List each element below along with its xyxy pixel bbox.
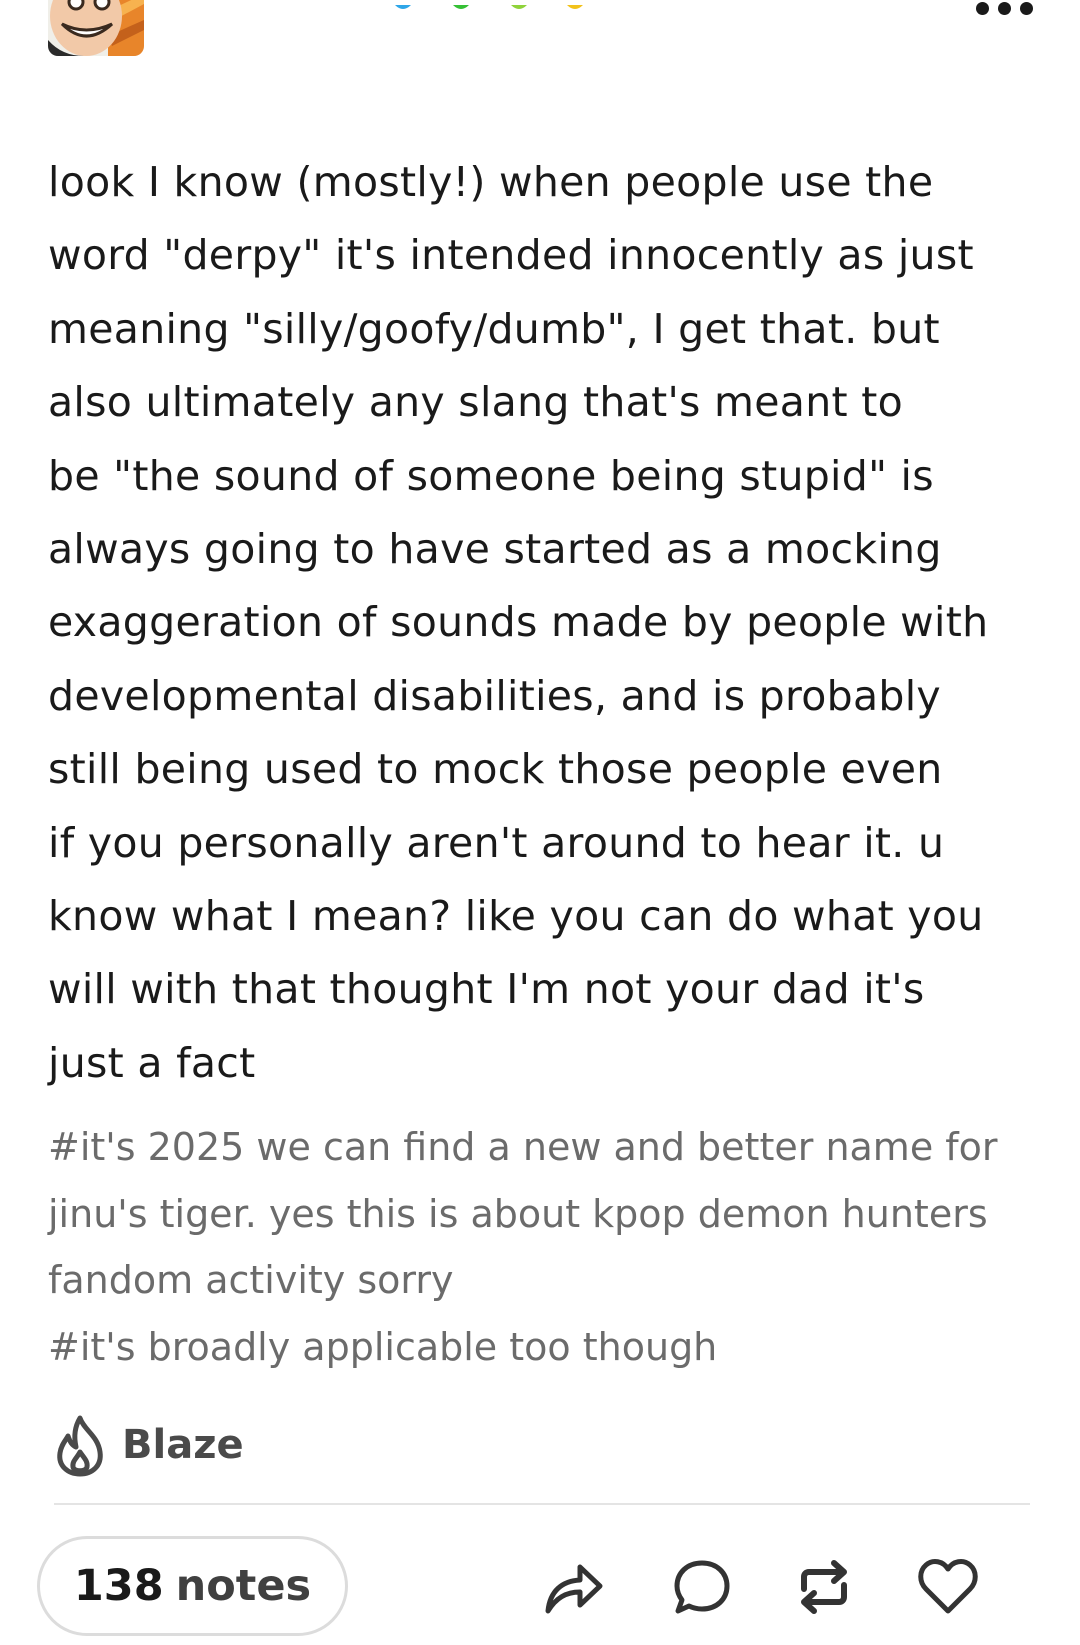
divider (54, 1503, 1030, 1505)
blaze-button[interactable]: Blaze (52, 1412, 244, 1478)
heart-icon (918, 1559, 978, 1614)
post-body-text: look I know (mostly!) when people use th… (48, 158, 989, 1087)
reply-button[interactable] (670, 1555, 734, 1619)
blaze-label: Blaze (122, 1422, 244, 1468)
reblog-icon (801, 1560, 847, 1614)
tag-link[interactable]: #it's 2025 we can find a new and better … (48, 1125, 998, 1302)
flame-icon (57, 1415, 103, 1477)
avatar[interactable] (48, 0, 144, 56)
share-button[interactable] (542, 1555, 606, 1619)
more-options-dot (1020, 2, 1033, 15)
notes-button[interactable]: 138 notes (37, 1536, 348, 1636)
more-options-icon (976, 2, 989, 15)
more-options-dot (998, 2, 1011, 15)
notes-label: notes (175, 1561, 312, 1611)
notes-count: 138 (73, 1561, 164, 1611)
reblog-button[interactable] (792, 1555, 856, 1619)
comment-bubble-icon (674, 1560, 730, 1614)
tag-link[interactable]: #it's broadly applicable too though (48, 1325, 717, 1369)
share-arrow-icon (545, 1564, 603, 1614)
avatar-cartoon-face-icon (48, 0, 144, 56)
post-tags: #it's 2025 we can find a new and better … (48, 1114, 1008, 1380)
header-badge-dots (395, 0, 625, 10)
more-options-button[interactable] (976, 0, 1036, 24)
like-button[interactable] (916, 1555, 980, 1619)
